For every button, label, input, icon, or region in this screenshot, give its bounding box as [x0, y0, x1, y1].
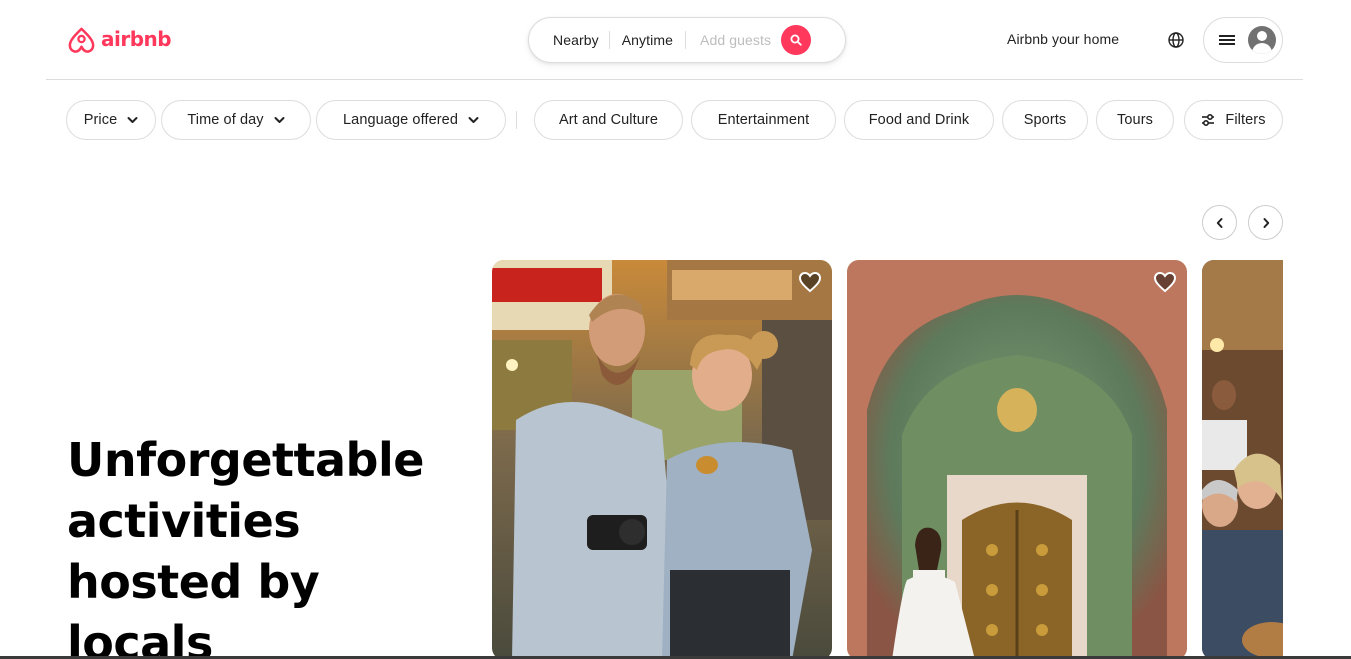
filter-time-of-day[interactable]: Time of day	[161, 100, 311, 140]
logo-wordmark: airbnb	[101, 27, 172, 51]
heart-icon[interactable]	[1153, 270, 1177, 294]
top-header: airbnb Nearby Anytime Add guests Airbnb …	[0, 0, 1351, 80]
chevron-down-icon	[127, 117, 138, 123]
experience-card[interactable]	[847, 260, 1187, 659]
carousel-prev-button[interactable]	[1202, 205, 1237, 240]
chevron-right-icon	[1263, 217, 1269, 228]
card-photo	[492, 260, 832, 659]
experience-card[interactable]	[1202, 260, 1283, 659]
card-photo	[847, 260, 1187, 659]
chevron-down-icon	[468, 117, 479, 123]
category-art-and-culture[interactable]: Art and Culture	[534, 100, 683, 140]
filter-label: Language offered	[342, 112, 459, 128]
hero-heading: Unforgettable activities hosted by local…	[67, 430, 467, 659]
hero-line: locals	[67, 616, 213, 659]
chevron-down-icon	[274, 117, 285, 123]
search-button[interactable]	[781, 25, 812, 55]
filter-separator	[516, 111, 517, 129]
globe-icon[interactable]	[1167, 31, 1185, 49]
airbnb-logo[interactable]: airbnb	[66, 22, 172, 56]
card-photo	[1202, 260, 1283, 659]
experience-card[interactable]	[492, 260, 832, 659]
heart-icon[interactable]	[798, 270, 822, 294]
sliders-icon	[1202, 113, 1215, 127]
hero-line: activities	[67, 494, 301, 548]
filters-label: Filters	[1225, 112, 1266, 128]
filter-label: Time of day	[187, 112, 264, 128]
category-tours[interactable]: Tours	[1096, 100, 1174, 140]
filter-price[interactable]: Price	[66, 100, 156, 140]
search-dates[interactable]: Anytime	[610, 32, 685, 48]
search-icon	[790, 34, 802, 46]
host-link[interactable]: Airbnb your home	[1007, 31, 1119, 47]
search-guests[interactable]: Add guests	[686, 32, 779, 48]
header-divider	[46, 79, 1303, 80]
search-location[interactable]: Nearby	[529, 32, 609, 48]
filter-language-offered[interactable]: Language offered	[316, 100, 506, 140]
filter-label: Price	[83, 112, 118, 128]
user-menu-button[interactable]	[1203, 17, 1283, 63]
hero-line: Unforgettable	[67, 433, 424, 487]
filters-button[interactable]: Filters	[1184, 100, 1283, 140]
category-sports[interactable]: Sports	[1002, 100, 1088, 140]
airbnb-belo-icon	[68, 27, 95, 53]
hero-line: hosted by	[67, 555, 320, 609]
hamburger-menu-icon	[1219, 35, 1235, 45]
category-food-and-drink[interactable]: Food and Drink	[844, 100, 994, 140]
chevron-left-icon	[1216, 217, 1222, 228]
carousel-next-button[interactable]	[1248, 205, 1283, 240]
category-entertainment[interactable]: Entertainment	[691, 100, 836, 140]
search-bar[interactable]: Nearby Anytime Add guests	[528, 17, 846, 63]
user-avatar-icon	[1248, 26, 1276, 54]
